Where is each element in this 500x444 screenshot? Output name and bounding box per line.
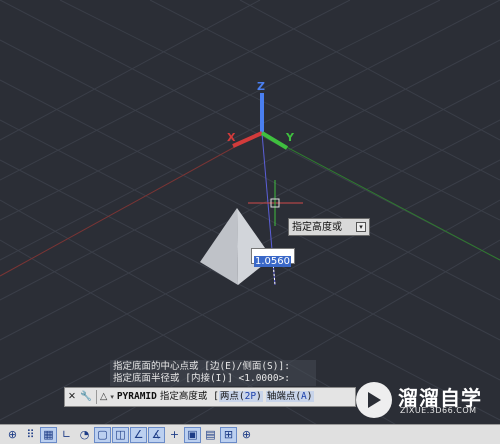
play-triangle-icon xyxy=(368,392,381,408)
history-line: 指定底面的中心点或 [边(E)/侧面(S)]: xyxy=(113,361,290,372)
ortho-mode-icon[interactable]: ∟ xyxy=(58,427,75,443)
pyramid-right-face xyxy=(237,208,272,285)
selection-cycling-icon[interactable]: ▤ xyxy=(202,427,219,443)
command-prompt: 指定高度或 [ xyxy=(159,391,219,402)
options-dropdown-icon[interactable]: ▾ xyxy=(356,222,366,232)
height-value-text: 1.0560 xyxy=(254,256,291,267)
dynamic-ucs-icon[interactable]: ∡ xyxy=(148,426,165,443)
watermark-url: ZIXUE.3D66.COM xyxy=(400,406,477,415)
history-line: 指定底面半径或 [内接(I)] <1.0000>: xyxy=(113,373,291,384)
option-two-points[interactable]: 两点(2P) xyxy=(218,391,263,402)
object-snap-icon[interactable]: ∠ xyxy=(130,426,147,443)
gizmo-icon[interactable]: ⊕ xyxy=(238,427,255,443)
transparency-icon[interactable]: ▣ xyxy=(184,426,201,443)
lineweight-icon[interactable]: + xyxy=(166,427,183,443)
command-name: PYRAMID xyxy=(116,391,157,402)
grid-display-icon[interactable]: ⠿ xyxy=(22,427,39,443)
snap-mode-icon[interactable]: ▦ xyxy=(40,426,57,443)
z-axis-label: Z xyxy=(257,80,265,93)
y-axis-label: Y xyxy=(286,131,294,144)
y-axis-line xyxy=(259,132,500,261)
height-value-input[interactable]: 1.0560 xyxy=(251,248,295,267)
polar-tracking-icon[interactable]: ◔ xyxy=(76,427,93,443)
annotation-monitor-icon[interactable]: ⊞ xyxy=(220,426,237,443)
command-history: 指定底面的中心点或 [边(E)/侧面(S)]: 指定底面半径或 [内接(I)] … xyxy=(110,360,316,386)
divider xyxy=(96,389,97,404)
isodraft-icon[interactable]: ▢ xyxy=(94,426,111,443)
status-bar: ⊕ ⠿ ▦ ∟ ◔ ▢ ◫ ∠ ∡ + ▣ ▤ ⊞ ⊕ xyxy=(0,424,500,444)
chevron-down-icon[interactable]: ▾ xyxy=(110,393,114,401)
watermark-logo: 溜溜自学 ZIXUE.3D66.COM xyxy=(356,376,500,424)
close-icon[interactable]: ✕ xyxy=(65,388,79,406)
ucs-x-axis xyxy=(232,131,263,148)
pyramid-command-icon[interactable]: △ xyxy=(100,391,107,402)
object-snap-tracking-icon[interactable]: ◫ xyxy=(112,426,129,443)
wrench-icon[interactable]: 🔧 xyxy=(79,388,93,406)
dynamic-prompt-tooltip: 指定高度或 ▾ xyxy=(288,218,370,236)
x-axis-label: X xyxy=(227,131,236,144)
model-space-icon[interactable]: ⊕ xyxy=(4,427,21,443)
command-line[interactable]: ✕ 🔧 △ ▾ PYRAMID 指定高度或 [两点(2P) 轴端点(A) xyxy=(64,387,356,407)
ucs-y-axis xyxy=(260,131,289,150)
option-axis-endpoint[interactable]: 轴端点(A) xyxy=(265,391,314,402)
tooltip-text: 指定高度或 xyxy=(292,222,342,233)
